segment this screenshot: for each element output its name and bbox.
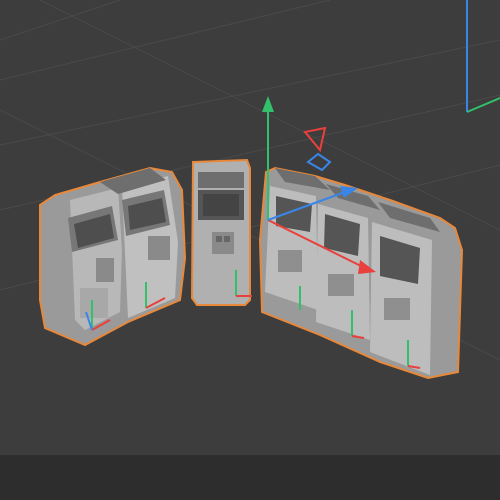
bottom-status-bar bbox=[0, 455, 500, 500]
arcade-cabinet-middle[interactable] bbox=[190, 158, 252, 306]
arcade-cabinet-left-pair[interactable] bbox=[39, 166, 187, 347]
3d-viewport[interactable] bbox=[0, 0, 500, 455]
plane-handle-icon bbox=[306, 152, 332, 172]
viewport-canvas[interactable] bbox=[0, 0, 500, 455]
world-axis-gizmo bbox=[466, 0, 500, 113]
